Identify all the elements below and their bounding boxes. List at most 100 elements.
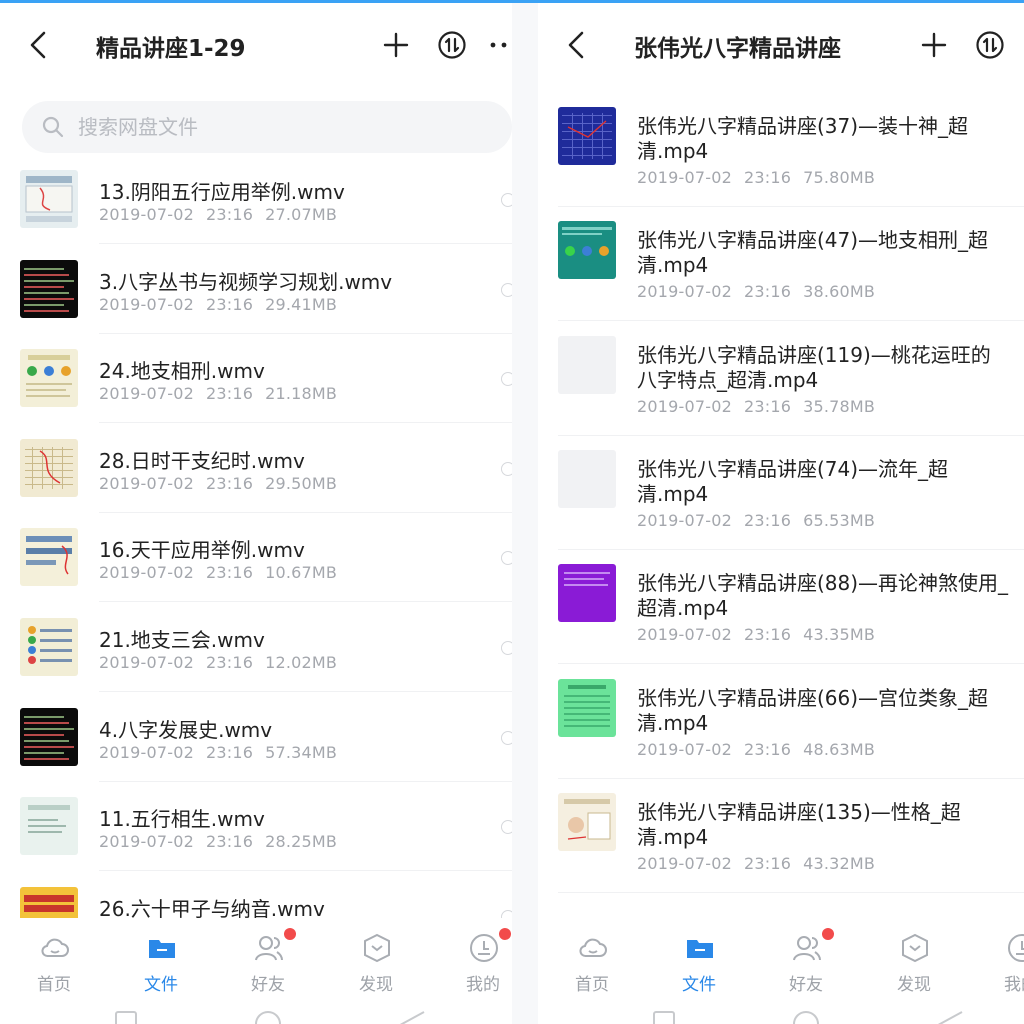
file-row[interactable]: 11.五行相生.wmv 2019-07-02 23:16 28.25MB	[0, 793, 512, 883]
file-meta: 2019-07-02 23:16 10.67MB	[99, 563, 337, 582]
file-time: 23:16	[743, 396, 792, 416]
file-size: 35.78MB	[803, 396, 876, 416]
friends-icon	[253, 932, 285, 964]
file-date: 2019-07-02	[99, 294, 194, 314]
add-button[interactable]	[376, 25, 416, 65]
search-bar[interactable]	[22, 101, 512, 153]
plus-icon	[383, 32, 409, 58]
tab-discover[interactable]: 发现	[336, 930, 416, 1000]
file-name: 张伟光八字精品讲座(88)—再论神煞使用_ 超清.mp4	[637, 571, 1022, 621]
row-separator	[99, 422, 512, 424]
row-separator	[558, 434, 1024, 436]
file-row[interactable]: 28.日时干支纪时.wmv 2019-07-02 23:16 29.50MB	[0, 435, 512, 525]
search-input[interactable]	[78, 109, 478, 145]
page-title: 精品讲座1-29	[96, 36, 246, 62]
tab-me[interactable]: 我的	[443, 928, 512, 1000]
more-button[interactable]	[484, 25, 512, 65]
tab-home[interactable]: 首页	[14, 930, 94, 1000]
file-row[interactable]: 16.天干应用举例.wmv 2019-07-02 23:16 10.67MB	[0, 524, 512, 614]
file-row[interactable]: 24.地支相刑.wmv 2019-07-02 23:16 21.18MB	[0, 345, 512, 435]
back-nav-icon	[399, 1011, 425, 1024]
transfer-button[interactable]	[432, 25, 472, 65]
select-radio[interactable]	[501, 641, 512, 655]
back-button[interactable]	[556, 25, 596, 65]
file-thumbnail	[558, 107, 616, 165]
select-radio[interactable]	[501, 551, 512, 566]
tab-friends[interactable]: 好友	[766, 928, 846, 1000]
file-size: 21.18MB	[265, 384, 338, 404]
file-name: 28.日时干支纪时.wmv	[99, 448, 305, 473]
tab-bar: 首页 文件 好友 发现 我的	[0, 918, 512, 1004]
file-row[interactable]: 21.地支三会.wmv 2019-07-02 23:16 12.02MB	[0, 614, 512, 704]
file-time: 23:16	[743, 739, 792, 759]
file-thumbnail	[20, 349, 78, 408]
file-row[interactable]: 张伟光八字精品讲座(74)—流年_超 清.mp4 2019-07-02 23:16 65…	[538, 449, 1024, 563]
file-row[interactable]: 张伟光八字精品讲座(119)—桃花运旺的 八字特点_超清.mp4 2019-07-0…	[538, 335, 1024, 449]
file-row[interactable]: 张伟光八字精品讲座(88)—再论神煞使用_ 超清.mp4 2019-07-02 23:…	[538, 563, 1024, 677]
file-row[interactable]: 13.阴阳五行应用举例.wmv 2019-07-02 23:16 27.07MB	[0, 166, 512, 256]
add-button[interactable]	[914, 25, 954, 65]
friends-icon	[791, 932, 823, 964]
discover-icon	[361, 932, 393, 964]
file-meta: 2019-07-02 23:16 38.60MB	[637, 282, 875, 301]
tab-me[interactable]: 我的	[981, 930, 1024, 1000]
file-size: 27.07MB	[265, 205, 338, 224]
row-separator	[558, 777, 1024, 779]
file-thumbnail	[558, 449, 616, 508]
system-nav-bar	[0, 1004, 512, 1024]
file-name-line1: 张伟光八字精品讲座(66)—宫位类象_超	[637, 685, 989, 710]
row-separator	[558, 548, 1024, 550]
tab-label: 首页	[37, 975, 71, 995]
select-radio[interactable]	[501, 372, 512, 387]
file-time: 23:16	[205, 653, 254, 672]
select-radio[interactable]	[501, 193, 512, 207]
file-row[interactable]: 4.八字发展史.wmv 2019-07-02 23:16 57.34MB	[0, 704, 512, 794]
file-name: 张伟光八字精品讲座(47)—地支相刑_超 清.mp4	[637, 228, 1022, 278]
row-separator	[558, 320, 1024, 322]
page-title: 张伟光八字精品讲座	[634, 36, 841, 62]
tab-label: 文件	[682, 975, 716, 995]
file-row[interactable]: 张伟光八字精品讲座(66)—宫位类象_超 清.mp4 2019-07-02 23:16…	[538, 678, 1024, 792]
file-name: 张伟光八字精品讲座(135)—性格_超 清.mp4	[637, 800, 1022, 850]
tab-home[interactable]: 首页	[552, 930, 632, 1000]
system-nav-bar	[538, 1004, 1024, 1024]
file-name-line1: 张伟光八字精品讲座(74)—流年_超	[637, 456, 949, 481]
file-name: 4.八字发展史.wmv	[99, 717, 273, 742]
file-date: 2019-07-02	[99, 563, 194, 583]
file-name-line1: 张伟光八字精品讲座(88)—再论神煞使用_	[637, 571, 1009, 596]
select-radio[interactable]	[501, 282, 512, 297]
tab-discover[interactable]: 发现	[874, 930, 954, 1000]
notification-badge	[822, 928, 834, 940]
file-date: 2019-07-02	[637, 510, 732, 530]
file-time: 23:16	[205, 205, 254, 224]
file-meta: 2019-07-02 23:16 35.78MB	[637, 397, 875, 416]
file-row[interactable]: 张伟光八字精品讲座(37)—装十神_超 清.mp4 2019-07-02 23:16 7…	[538, 106, 1024, 220]
cloud-icon	[39, 932, 71, 964]
back-button[interactable]	[18, 25, 58, 65]
file-thumbnail	[558, 564, 616, 623]
file-size: 57.34MB	[265, 742, 338, 762]
transfer-button[interactable]	[970, 25, 1010, 65]
file-row[interactable]: 张伟光八字精品讲座(47)—地支相刑_超 清.mp4 2019-07-02 23:16…	[538, 220, 1024, 334]
file-row[interactable]: 张伟光八字精品讲座(135)—性格_超 清.mp4 2019-07-02 23:16 4…	[538, 792, 1024, 906]
file-name-line1: 张伟光八字精品讲座(135)—性格_超	[637, 799, 961, 824]
tab-files[interactable]: 文件	[121, 930, 201, 1000]
file-thumbnail	[20, 797, 78, 856]
folder-icon	[146, 932, 178, 964]
file-row[interactable]: 3.八字丛书与视频学习规划.wmv 2019-07-02 23:16 29.41MB	[0, 256, 512, 346]
file-meta: 2019-07-02 23:16 29.41MB	[99, 295, 337, 314]
file-size: 38.60MB	[803, 282, 876, 302]
select-radio[interactable]	[501, 730, 512, 745]
row-separator	[99, 780, 512, 782]
tab-bar: 首页 文件 好友 发现 我的	[538, 918, 1024, 1004]
file-time: 23:16	[743, 853, 792, 873]
row-separator	[99, 332, 512, 334]
tab-friends[interactable]: 好友	[228, 928, 308, 1000]
select-radio[interactable]	[501, 461, 512, 476]
file-meta: 2019-07-02 23:16 43.32MB	[637, 854, 875, 873]
file-size: 28.25MB	[265, 832, 338, 852]
me-icon	[1006, 932, 1024, 964]
select-radio[interactable]	[501, 820, 512, 835]
me-icon	[468, 932, 500, 964]
tab-files[interactable]: 文件	[659, 930, 739, 1000]
